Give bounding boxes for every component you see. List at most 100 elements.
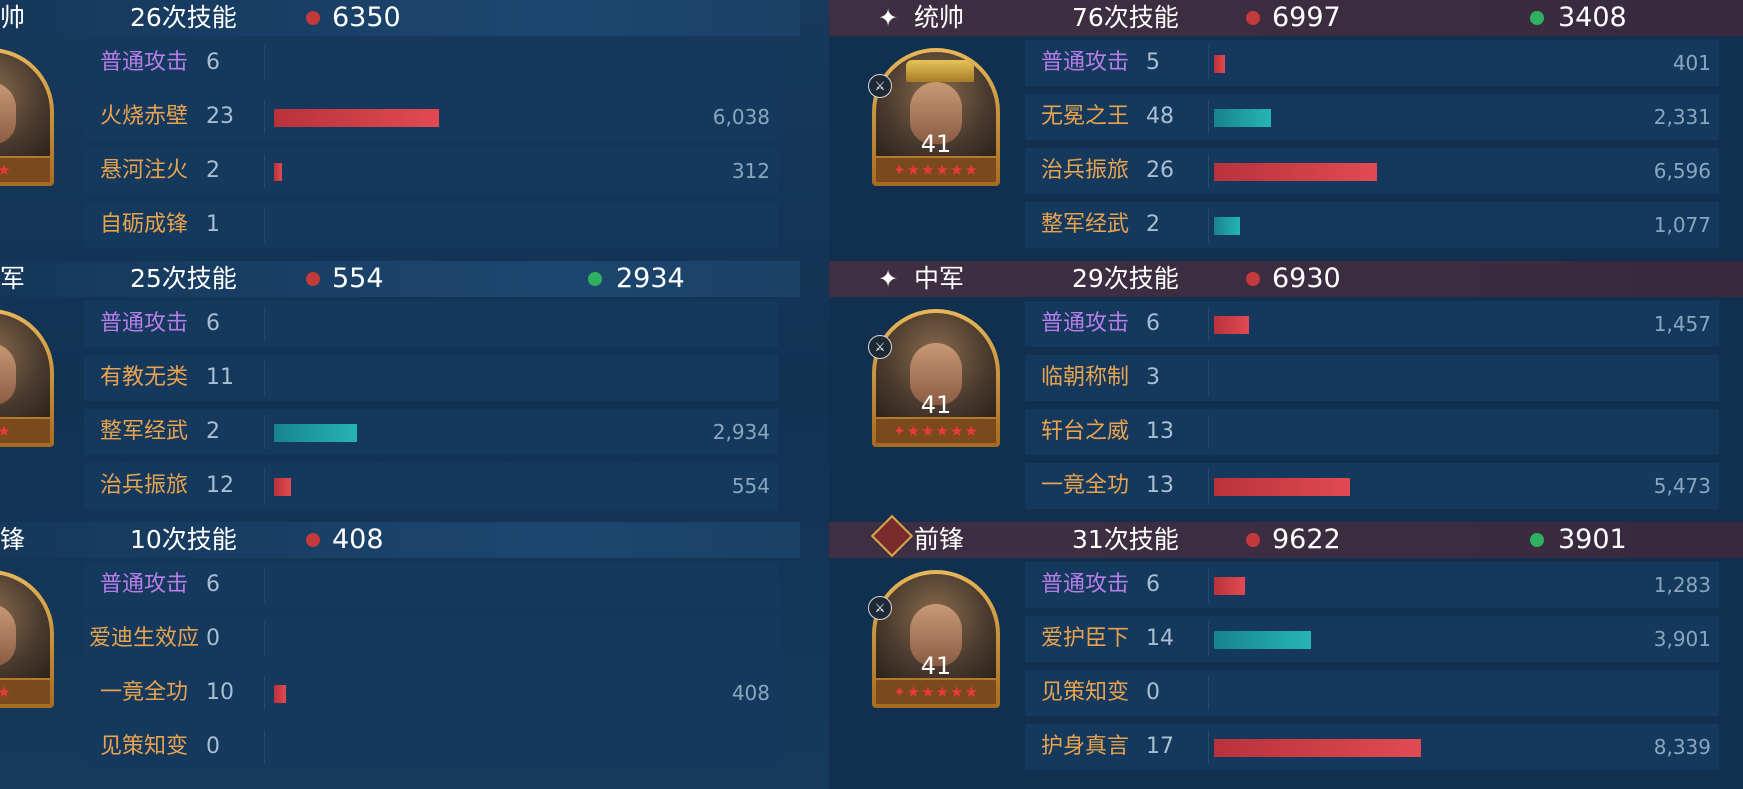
class-badge-icon: ⚔ xyxy=(868,74,892,98)
left-group-header xyxy=(0,522,800,558)
skill-row: 普通攻击 6 1,283 xyxy=(1025,562,1719,608)
skill-row: 爱迪生效应 0 xyxy=(84,616,778,662)
hero-portrait[interactable]: 41 ✦★★★★★ ⚔ xyxy=(868,48,1000,186)
divider xyxy=(264,568,265,602)
skill-name: 临朝称制 xyxy=(1041,365,1130,390)
skill-count: 11 xyxy=(206,365,234,390)
skill-row: 临朝称制 3 xyxy=(1025,355,1719,401)
damage-bar xyxy=(274,685,286,703)
heal-total: 2934 xyxy=(616,263,685,294)
skill-damage: 3,901 xyxy=(1653,627,1711,651)
skill-name: 自砺成锋 xyxy=(100,212,189,237)
skill-row: 普通攻击 6 xyxy=(84,301,778,347)
skill-name: 无冕之王 xyxy=(1041,104,1130,129)
divider xyxy=(264,676,265,710)
skill-cast-count: 25次技能 xyxy=(130,264,237,293)
skill-damage: 5,473 xyxy=(1653,474,1711,498)
skill-count: 6 xyxy=(206,50,220,75)
skill-row: 普通攻击 6 xyxy=(84,562,778,608)
skill-cast-count: 76次技能 xyxy=(1072,3,1179,32)
skill-row: 见策知变 0 xyxy=(84,724,778,770)
divider xyxy=(1208,361,1209,395)
skill-cast-count: 29次技能 xyxy=(1072,264,1179,293)
skill-row: 整军经武 2 1,077 xyxy=(1025,202,1719,248)
hero-level: 41 xyxy=(920,652,952,680)
divider xyxy=(264,307,265,341)
hero-level: 2 xyxy=(0,652,54,680)
role-label: 帅 xyxy=(0,3,26,32)
skill-count: 0 xyxy=(206,626,220,651)
star-rating: ★★★ xyxy=(0,158,50,182)
skill-row: 自砺成锋 1 xyxy=(84,202,778,248)
damage-dot-icon xyxy=(306,11,320,25)
skill-count: 6 xyxy=(1146,311,1160,336)
skill-name: 普通攻击 xyxy=(100,50,189,75)
damage-bar xyxy=(274,478,291,496)
skill-name: 普通攻击 xyxy=(100,311,189,336)
damage-total: 554 xyxy=(332,263,384,294)
skill-name: 轩台之威 xyxy=(1041,419,1130,444)
skill-count: 17 xyxy=(1146,734,1174,759)
skill-name: 一竟全功 xyxy=(100,680,189,705)
hero-portrait[interactable]: 2★★★ xyxy=(0,309,54,447)
hero-portrait[interactable]: 41 ✦★★★★★ ⚔ xyxy=(868,309,1000,447)
damage-total: 6930 xyxy=(1272,263,1341,294)
hero-level: 41 xyxy=(920,391,952,419)
hero-level: 2 xyxy=(0,130,54,158)
skill-name: 见策知变 xyxy=(100,734,189,759)
skill-count: 10 xyxy=(206,680,234,705)
skill-damage: 312 xyxy=(731,159,770,183)
skill-row: 整军经武 2 2,934 xyxy=(84,409,778,455)
skill-row: 普通攻击 6 xyxy=(84,40,778,86)
skill-row: 无冕之王 48 2,331 xyxy=(1025,94,1719,140)
skill-name: 治兵振旅 xyxy=(1041,158,1130,183)
divider xyxy=(1208,469,1209,503)
damage-dot-icon xyxy=(306,272,320,286)
damage-dot-icon xyxy=(1246,533,1260,547)
divider xyxy=(264,415,265,449)
skill-damage: 6,596 xyxy=(1653,159,1711,183)
divider xyxy=(1208,568,1209,602)
skill-count: 2 xyxy=(206,419,220,444)
skill-count: 0 xyxy=(206,734,220,759)
role-label: 前锋 xyxy=(914,525,965,554)
star-rating: ★★★ xyxy=(0,419,50,443)
damage-bar xyxy=(1214,577,1245,595)
sparkle-icon: ✦ xyxy=(878,4,899,32)
skill-name: 普通攻击 xyxy=(1041,572,1130,597)
hero-portrait[interactable]: 2★★★ xyxy=(0,570,54,708)
skill-damage: 8,339 xyxy=(1653,735,1711,759)
skill-row: 有教无类 11 xyxy=(84,355,778,401)
skill-damage: 2,331 xyxy=(1653,105,1711,129)
heal-dot-icon xyxy=(1530,11,1544,25)
damage-bar xyxy=(1214,739,1421,757)
skill-count: 6 xyxy=(206,311,220,336)
damage-bar xyxy=(1214,217,1240,235)
skill-count: 3 xyxy=(1146,365,1160,390)
star-rating: ★★★ xyxy=(0,680,50,704)
divider xyxy=(1208,307,1209,341)
skill-row: 治兵振旅 26 6,596 xyxy=(1025,148,1719,194)
heal-dot-icon xyxy=(588,272,602,286)
skill-row: 一竟全功 10 408 xyxy=(84,670,778,716)
skill-damage: 1,283 xyxy=(1653,573,1711,597)
skill-count: 0 xyxy=(1146,680,1160,705)
skill-count: 5 xyxy=(1146,50,1160,75)
skill-cast-count: 26次技能 xyxy=(130,3,237,32)
divider xyxy=(264,469,265,503)
heal-dot-icon xyxy=(1530,533,1544,547)
skill-count: 2 xyxy=(206,158,220,183)
skill-count: 14 xyxy=(1146,626,1174,651)
hero-portrait[interactable]: 2★★★ xyxy=(0,48,54,186)
skill-damage: 401 xyxy=(1672,51,1711,75)
skill-damage: 1,077 xyxy=(1653,213,1711,237)
skill-name: 普通攻击 xyxy=(1041,50,1130,75)
skill-row: 普通攻击 5 401 xyxy=(1025,40,1719,86)
hero-portrait[interactable]: 41 ✦★★★★★ ⚔ xyxy=(868,570,1000,708)
role-label: 军 xyxy=(0,264,26,293)
hero-level: 2 xyxy=(0,391,54,419)
damage-bar xyxy=(1214,478,1350,496)
divider xyxy=(264,208,265,242)
divider xyxy=(264,100,265,134)
hero-level: 41 xyxy=(920,130,952,158)
